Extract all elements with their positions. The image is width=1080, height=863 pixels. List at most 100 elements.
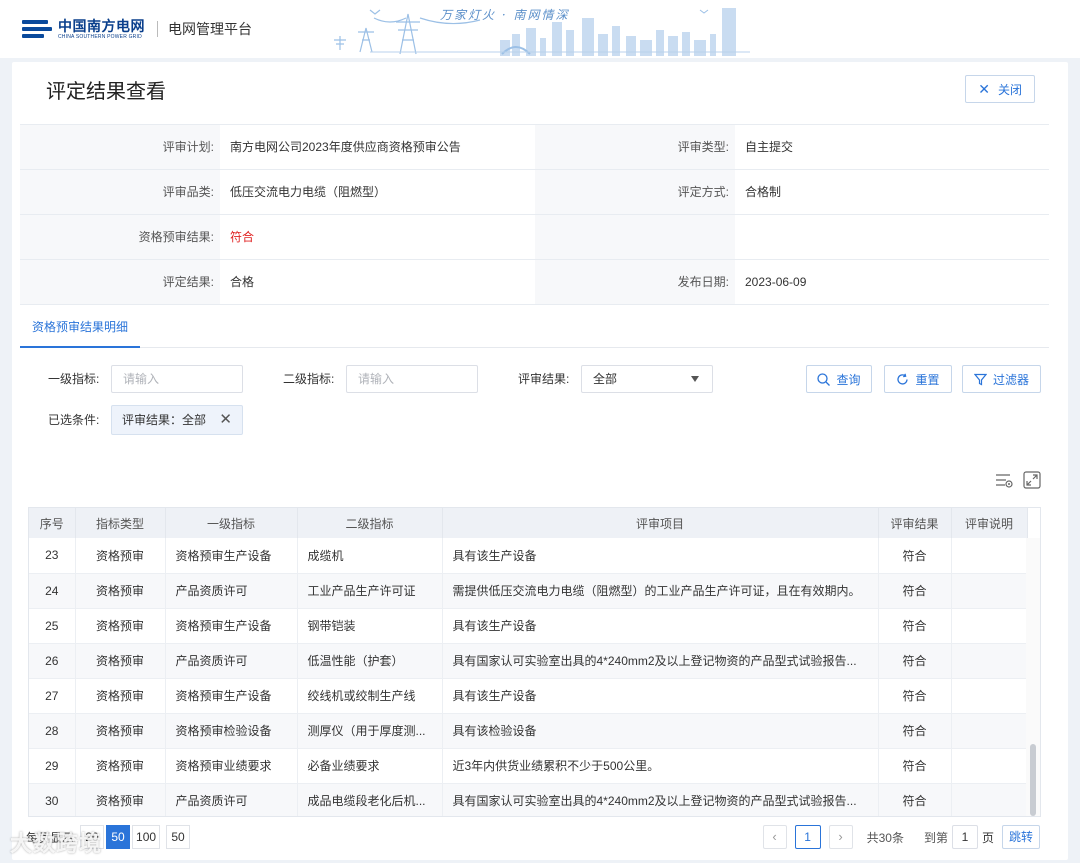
cell-type: 资格预审 xyxy=(75,748,166,784)
cell-level1: 产品资质许可 xyxy=(165,643,298,679)
cell-note xyxy=(951,538,1028,574)
column-settings-icon[interactable] xyxy=(994,470,1014,490)
cell-level1: 产品资质许可 xyxy=(165,573,298,609)
cell-result: 符合 xyxy=(878,538,952,574)
cell-item: 具有该检验设备 xyxy=(442,713,879,749)
cell-level2: 必备业绩要求 xyxy=(297,748,443,784)
close-button[interactable]: ✕ 关闭 xyxy=(965,75,1035,103)
info-row: 评定结果: 合格 发布日期: 2023-06-09 xyxy=(20,260,1049,305)
cell-note xyxy=(951,573,1028,609)
table-row[interactable]: 30 资格预审 产品资质许可 成品电缆段老化后机... 具有国家认可实验室出具的… xyxy=(29,783,1028,816)
cell-index: 29 xyxy=(29,748,76,784)
cell-level1: 资格预审生产设备 xyxy=(165,538,298,574)
goto-page-input[interactable]: 1 xyxy=(951,825,978,849)
cell-level1: 产品资质许可 xyxy=(165,783,298,816)
type-value: 自主提交 xyxy=(745,140,794,154)
page-size-option[interactable]: 50 xyxy=(106,825,131,849)
cell-index: 25 xyxy=(29,608,76,644)
cell-type: 资格预审 xyxy=(75,643,166,679)
col-header[interactable]: 二级指标 xyxy=(297,508,443,538)
page-size-option[interactable]: 100 xyxy=(132,825,161,849)
cell-item: 具有该生产设备 xyxy=(442,678,879,714)
cell-level1: 资格预审生产设备 xyxy=(165,608,298,644)
cell-result: 符合 xyxy=(878,608,952,644)
search-icon xyxy=(817,372,831,386)
goto-label: 到第 xyxy=(923,830,948,845)
cell-index: 28 xyxy=(29,713,76,749)
chevron-left-icon: ‹ xyxy=(772,829,777,844)
col-header[interactable]: 一级指标 xyxy=(165,508,298,538)
cell-index: 30 xyxy=(29,783,76,816)
col-header[interactable]: 评审项目 xyxy=(442,508,879,538)
cell-type: 资格预审 xyxy=(75,608,166,644)
filter-button[interactable]: 过滤器 xyxy=(962,365,1041,393)
table-row[interactable]: 24 资格预审 产品资质许可 工业产品生产许可证 需提供低压交流电力电缆（阻燃型… xyxy=(29,573,1028,609)
col-header[interactable]: 序号 xyxy=(29,508,76,538)
cell-result: 符合 xyxy=(878,573,952,609)
next-page-button[interactable]: › xyxy=(828,825,853,849)
cell-result: 符合 xyxy=(878,643,952,679)
table-row[interactable]: 27 资格预审 资格预审生产设备 绞线机或绞制生产线 具有该生产设备 符合 xyxy=(29,678,1028,714)
cell-note xyxy=(951,608,1028,644)
cell-type: 资格预审 xyxy=(75,538,166,574)
prequal-label: 资格预审结果: xyxy=(20,215,220,259)
main-panel: 评定结果查看 ✕ 关闭 评审计划: 南方电网公司2023年度供应商资格预审公告 … xyxy=(12,62,1068,860)
search-button-label: 查询 xyxy=(836,372,861,387)
top-header: 中国南方电网 CHINA SOUTHERN POWER GRID 电网管理平台 xyxy=(0,0,1080,58)
cell-note xyxy=(951,713,1028,749)
info-row: 资格预审结果: 符合 xyxy=(20,215,1049,260)
table-row[interactable]: 29 资格预审 资格预审业绩要求 必备业绩要求 近3年内供货业绩累积不少于500… xyxy=(29,748,1028,784)
cell-item: 近3年内供货业绩累积不少于500公里。 xyxy=(442,748,879,784)
tab-prequal-detail[interactable]: 资格预审结果明细 xyxy=(20,312,141,348)
col-header[interactable]: 评审结果 xyxy=(878,508,952,538)
page-number[interactable]: 1 xyxy=(794,825,821,849)
table-scrollbar[interactable] xyxy=(1026,538,1040,816)
condition-chip: 评审结果：全部 ✕ xyxy=(111,405,243,435)
cell-item: 具有国家认可实验室出具的4*240mm2及以上登记物资的产品型式试验报告... xyxy=(442,783,879,816)
scrollbar-thumb[interactable] xyxy=(1030,744,1036,816)
method-value: 合格制 xyxy=(745,185,782,199)
category-value: 低压交流电力电缆（阻燃型） xyxy=(230,185,387,199)
cell-level2: 成缆机 xyxy=(297,538,443,574)
filter-bar: 一级指标: 请输入 二级指标: 请输入 评审结果: 全部 查询 重置 过滤器 xyxy=(48,364,1048,394)
jump-button[interactable]: 跳转 xyxy=(1001,825,1040,849)
condition-chip-text: 评审结果：全部 xyxy=(122,413,207,427)
cell-level2: 钢带铠装 xyxy=(297,608,443,644)
level1-input[interactable]: 请输入 xyxy=(111,365,243,393)
pagination: ‹ 1 › 共30条 到第 1 页 跳转 xyxy=(762,825,1040,849)
fullscreen-icon[interactable] xyxy=(1022,470,1042,490)
col-header[interactable]: 评审说明 xyxy=(951,508,1028,538)
header-slogan: 万家灯火 · 南网情深 xyxy=(440,8,570,22)
cell-level1: 资格预审检验设备 xyxy=(165,713,298,749)
filter-icon xyxy=(973,373,987,385)
caret-down-icon xyxy=(691,376,699,382)
cell-result: 符合 xyxy=(878,678,952,714)
cell-level2: 工业产品生产许可证 xyxy=(297,573,443,609)
result-select-value: 全部 xyxy=(593,372,618,386)
prev-page-button[interactable]: ‹ xyxy=(762,825,787,849)
col-header[interactable]: 指标类型 xyxy=(75,508,166,538)
refresh-icon xyxy=(897,373,909,385)
table-row[interactable]: 25 资格预审 资格预审生产设备 钢带铠装 具有该生产设备 符合 xyxy=(29,608,1028,644)
table-row[interactable]: 28 资格预审 资格预审检验设备 测厚仪（用于厚度测... 具有该检验设备 符合 xyxy=(29,713,1028,749)
reset-button[interactable]: 重置 xyxy=(884,365,952,393)
search-button[interactable]: 查询 xyxy=(806,365,872,393)
cell-item: 需提供低压交流电力电缆（阻燃型）的工业产品生产许可证，且在有效期内。 xyxy=(442,573,879,609)
level2-label: 二级指标: xyxy=(283,372,335,386)
cell-result: 符合 xyxy=(878,783,952,816)
page-title: 评定结果查看 xyxy=(46,80,166,103)
remove-chip-icon[interactable]: ✕ xyxy=(219,406,232,434)
cell-note xyxy=(951,783,1028,816)
table-row[interactable]: 26 资格预审 产品资质许可 低温性能（护套） 具有国家认可实验室出具的4*24… xyxy=(29,643,1028,679)
cell-note xyxy=(951,678,1028,714)
cell-type: 资格预审 xyxy=(75,678,166,714)
table-row[interactable]: 23 资格预审 资格预审生产设备 成缆机 具有该生产设备 符合 xyxy=(29,538,1028,574)
level2-input[interactable]: 请输入 xyxy=(346,365,478,393)
result-select[interactable]: 全部 xyxy=(581,365,713,393)
detail-tabs: 资格预审结果明细 xyxy=(20,312,1049,348)
company-logo: 中国南方电网 CHINA SOUTHERN POWER GRID xyxy=(22,18,145,40)
info-row: 评审计划: 南方电网公司2023年度供应商资格预审公告 评审类型: 自主提交 xyxy=(20,125,1049,170)
info-grid: 评审计划: 南方电网公司2023年度供应商资格预审公告 评审类型: 自主提交 评… xyxy=(20,124,1049,305)
table-tools xyxy=(986,470,1042,490)
page-size-current[interactable]: 50 xyxy=(166,825,191,849)
